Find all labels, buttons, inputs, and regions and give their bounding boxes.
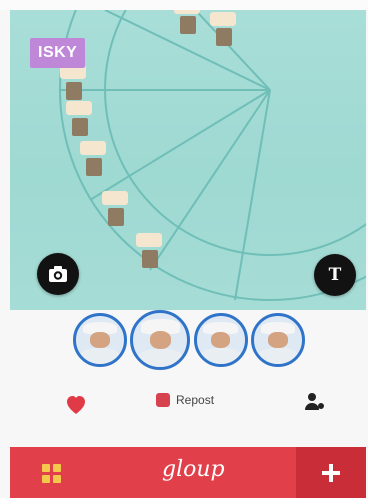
action-row: Repost: [0, 385, 368, 425]
avatar[interactable]: [250, 313, 305, 367]
avatar[interactable]: [130, 310, 191, 370]
plus-icon: [322, 463, 340, 482]
bottom-bar: gloup: [10, 447, 366, 498]
add-button[interactable]: [296, 447, 366, 498]
follow-button[interactable]: [304, 391, 326, 418]
avatar[interactable]: [73, 313, 127, 367]
like-button[interactable]: [64, 393, 88, 420]
camera-button[interactable]: [37, 253, 79, 295]
repost-label: Repost: [176, 393, 215, 407]
camera-icon: [49, 266, 67, 282]
hero-photo: ISKY T: [10, 10, 366, 310]
avatar[interactable]: [193, 313, 248, 367]
status-bar: [0, 0, 368, 10]
brand-logo: gloup: [162, 457, 225, 482]
repost-icon: [156, 393, 170, 407]
heart-icon: [67, 396, 85, 414]
text-icon: T: [328, 265, 342, 285]
text-button[interactable]: T: [314, 254, 356, 296]
hero-tag: ISKY: [30, 38, 86, 68]
app-screen: ISKY T Repost gloup: [0, 0, 368, 498]
grid-icon[interactable]: [42, 464, 62, 484]
user-icon: [305, 393, 324, 410]
repost-button[interactable]: Repost: [156, 393, 214, 407]
avatars-row: [73, 309, 305, 371]
